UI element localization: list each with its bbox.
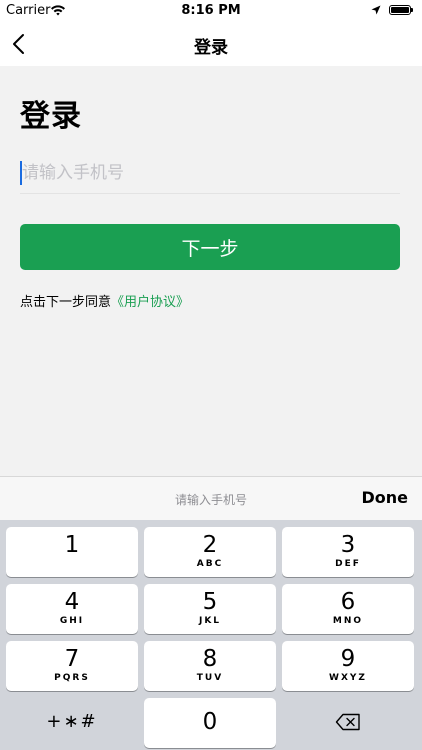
key-5[interactable]: 5 JKL [144,584,276,634]
status-bar: Carrier 8:16 PM [0,0,422,22]
user-agreement-link[interactable]: 《用户协议》 [111,295,189,310]
agreement-text: 点击下一步同意《用户协议》 [20,291,189,310]
key-1[interactable]: 1 [6,527,138,577]
location-arrow-icon [371,5,381,15]
keyboard-accessory-bar: 请输入手机号 Done [0,476,422,520]
number-pad: 1 2 ABC 3 DEF 4 GHI 5 JKL 6 MNO 7 PQRS 8… [0,520,422,750]
agreement-prefix: 点击下一步同意 [20,295,112,310]
navigation-bar: 登录 [0,22,422,66]
accessory-hint: 请输入手机号 [174,493,247,507]
key-4[interactable]: 4 GHI [6,584,138,634]
next-step-button[interactable]: 下一步 [20,224,400,270]
key-6[interactable]: 6 MNO [282,584,414,634]
key-9[interactable]: 9 WXYZ [282,641,414,691]
delete-key[interactable] [282,698,414,748]
done-button[interactable]: Done [361,488,408,507]
nav-title: 登录 [194,38,228,58]
key-2[interactable]: 2 ABC [144,527,276,577]
key-3[interactable]: 3 DEF [282,527,414,577]
backspace-icon [335,713,360,731]
battery-icon [389,5,413,15]
key-8[interactable]: 8 TUV [144,641,276,691]
phone-input[interactable] [20,155,402,191]
page-heading: 登录 [20,99,82,134]
key-7[interactable]: 7 PQRS [6,641,138,691]
key-0[interactable]: 0 [144,698,276,748]
phone-field[interactable] [20,155,402,194]
clock: 8:16 PM [181,3,241,18]
symbols-key[interactable]: +∗# [6,698,138,748]
